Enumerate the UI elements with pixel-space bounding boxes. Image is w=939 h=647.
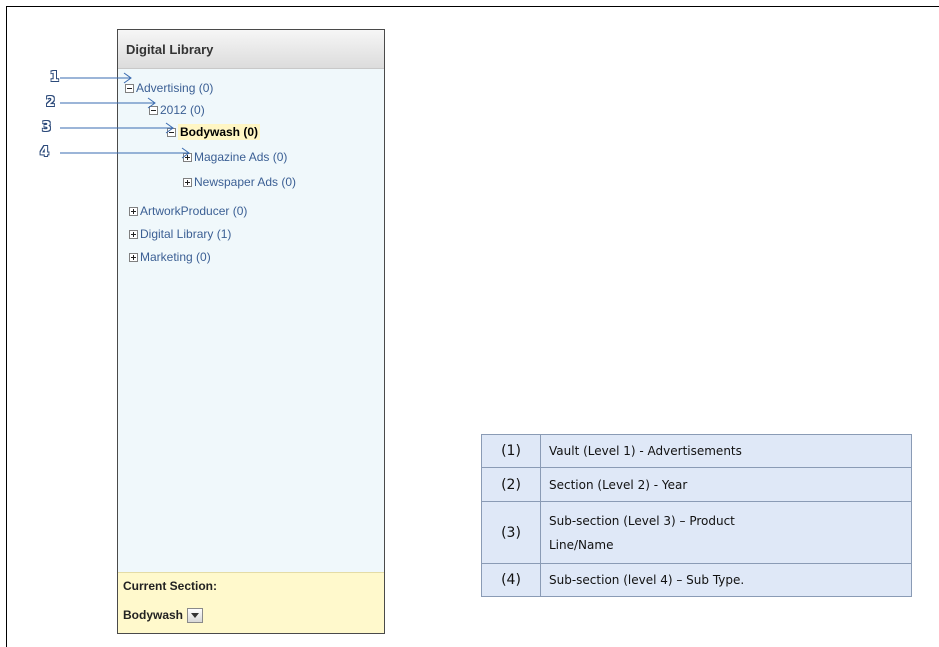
- legend-description: Vault (Level 1) - Advertisements: [540, 434, 912, 468]
- panel-title: Digital Library: [118, 30, 384, 69]
- callout-number-3: 3: [42, 120, 52, 135]
- table-row: (4) Sub-section (level 4) – Sub Type.: [481, 563, 912, 597]
- collapse-icon[interactable]: [125, 83, 134, 93]
- tree-item-digital-library[interactable]: Digital Library (1): [129, 226, 231, 242]
- current-section-box: Current Section: Bodywash: [118, 572, 384, 633]
- tree-item-marketing[interactable]: Marketing (0): [129, 249, 211, 265]
- expand-icon[interactable]: [129, 252, 138, 262]
- tree-item-label[interactable]: Digital Library (1): [140, 226, 231, 242]
- level-legend-table: (1) Vault (Level 1) - Advertisements (2)…: [481, 434, 912, 597]
- expand-icon[interactable]: [183, 177, 192, 187]
- expand-icon[interactable]: [129, 206, 138, 216]
- legend-description: Section (Level 2) - Year: [540, 467, 912, 502]
- legend-description: Sub-section (level 4) – Sub Type.: [540, 563, 912, 597]
- legend-description-line-2: Line/Name: [549, 537, 614, 552]
- tree-item-2012[interactable]: 2012 (0): [149, 102, 205, 118]
- current-section-label: Current Section:: [123, 579, 218, 593]
- legend-number: (4): [481, 563, 541, 597]
- expand-icon[interactable]: [129, 229, 138, 239]
- callout-number-4: 4: [40, 145, 50, 160]
- tree-item-label[interactable]: Marketing (0): [140, 249, 211, 265]
- tree-item-label[interactable]: Newspaper Ads (0): [194, 174, 296, 190]
- collapse-icon[interactable]: [167, 127, 176, 137]
- legend-number: (2): [481, 467, 541, 502]
- tree-item-advertising[interactable]: Advertising (0): [125, 80, 213, 96]
- callout-number-1: 1: [50, 70, 60, 85]
- callout-number-2: 2: [46, 95, 56, 110]
- expand-icon[interactable]: [183, 152, 192, 162]
- collapse-icon[interactable]: [149, 105, 158, 115]
- tree-item-label[interactable]: Advertising (0): [136, 80, 213, 96]
- table-row: (1) Vault (Level 1) - Advertisements: [481, 434, 912, 468]
- legend-description: Sub-section (Level 3) – Product Line/Nam…: [540, 501, 912, 564]
- tree-item-newspaper-ads[interactable]: Newspaper Ads (0): [183, 174, 296, 190]
- tree-item-label[interactable]: Bodywash (0): [178, 124, 261, 140]
- current-section-value[interactable]: Bodywash: [123, 608, 183, 622]
- chevron-down-icon[interactable]: [187, 607, 204, 623]
- legend-description-line-1: Sub-section (Level 3) – Product: [549, 513, 735, 528]
- current-section-select[interactable]: Bodywash: [123, 606, 204, 624]
- table-row: (2) Section (Level 2) - Year: [481, 467, 912, 502]
- digital-library-panel: Digital Library Advertising (0) 2012 (0)…: [117, 29, 385, 634]
- tree-item-bodywash[interactable]: Bodywash (0): [167, 124, 261, 140]
- legend-number: (1): [481, 434, 541, 468]
- tree-item-label[interactable]: 2012 (0): [160, 102, 205, 118]
- tree-item-artworkproducer[interactable]: ArtworkProducer (0): [129, 203, 247, 219]
- tree-item-label[interactable]: Magazine Ads (0): [194, 149, 287, 165]
- tree-item-magazine-ads[interactable]: Magazine Ads (0): [183, 149, 287, 165]
- table-row: (3) Sub-section (Level 3) – Product Line…: [481, 501, 912, 564]
- tree-item-label[interactable]: ArtworkProducer (0): [140, 203, 247, 219]
- legend-number: (3): [481, 501, 541, 564]
